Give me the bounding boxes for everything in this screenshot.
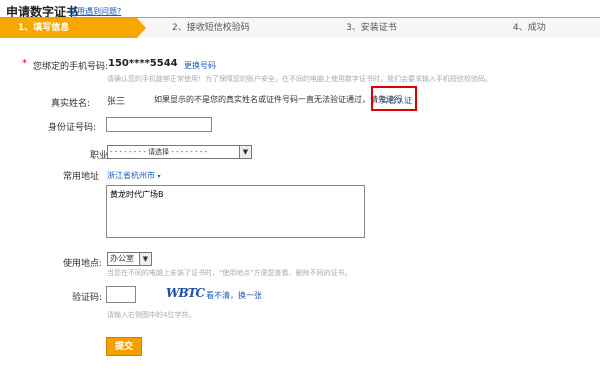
step-4: 4、成功 — [513, 23, 546, 33]
step-progress-bar: 1、填写信息 2、接收短信校验码 3、安装证书 4、成功 — [0, 17, 600, 38]
required-mark: * — [22, 58, 27, 69]
location-hint: 当您在不同的电脑上安装了证书时，"使用地点"方便您查看、删除不同的证书。 — [107, 269, 352, 277]
address-textarea[interactable]: 黄龙时代广场B — [106, 185, 365, 238]
chevron-down-icon: ▼ — [139, 253, 151, 265]
phone-hint: 请确认您的手机能够正常使用！为了保障您的账户安全，在不同的电脑上使用数字证书时，… — [107, 75, 492, 83]
submit-button[interactable]: 提交 — [106, 337, 142, 356]
phone-label: 您绑定的手机号码: — [33, 62, 109, 72]
help-link[interactable]: 使用遇到问题? — [69, 6, 121, 17]
location-select[interactable]: 办公室 ▼ — [107, 252, 152, 266]
address-label: 常用地址 — [63, 172, 100, 182]
chevron-down-icon: ▼ — [239, 146, 251, 158]
id-number-input[interactable] — [106, 117, 212, 132]
id-number-label: 身份证号码: — [47, 123, 96, 133]
real-name-label: 真实姓名: — [50, 99, 90, 109]
captcha-input[interactable] — [106, 286, 136, 303]
highlight-box — [371, 86, 417, 111]
step-arrow — [137, 18, 146, 38]
captcha-label: 验证码: — [72, 293, 103, 303]
real-name-note: 如果显示的不是您的真实姓名或证件号码一直无法验证通过，请先进行 — [154, 95, 402, 104]
captcha-refresh-link[interactable]: 看不清，换一张 — [206, 290, 262, 301]
step-2: 2、接收短信校验码 — [172, 23, 250, 33]
change-phone-link[interactable]: 更换号码 — [184, 60, 216, 71]
address-region: 浙江省杭州市 — [107, 171, 155, 180]
real-name-value: 张三 — [107, 97, 126, 107]
occupation-select[interactable]: - - - - - - - - 请选择 - - - - - - - - ▼ — [107, 145, 252, 159]
occupation-label: 职业 — [90, 151, 109, 161]
captcha-hint: 请输入右侧图中的4位字符。 — [107, 311, 196, 319]
caret-down-icon: ▾ — [157, 173, 161, 180]
phone-value: 150****5544 — [108, 58, 178, 69]
address-region-select[interactable]: 浙江省杭州市 ▾ — [107, 170, 161, 181]
captcha-image: WBTC — [166, 286, 205, 300]
step-3: 3、安装证书 — [346, 23, 397, 33]
location-selected: 办公室 — [110, 254, 134, 263]
step-1: 1、填写信息 — [0, 18, 137, 38]
location-label: 使用地点: — [63, 259, 103, 269]
occupation-selected: - - - - - - - - 请选择 - - - - - - - - — [110, 148, 208, 156]
